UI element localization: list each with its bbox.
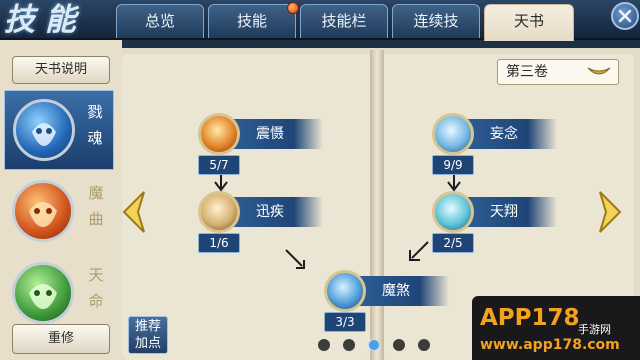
lightning-icon <box>324 270 366 312</box>
skill-name: 魔煞 <box>352 276 449 306</box>
tab-skill-bar[interactable]: 技能栏 <box>300 4 388 38</box>
wave-icon <box>432 191 474 233</box>
reset-points-button[interactable]: 重修 <box>12 324 110 354</box>
watermark-url: www.app178.com <box>480 337 620 353</box>
previous-page-arrow-icon[interactable] <box>118 188 148 236</box>
fire-burst-icon <box>198 113 240 155</box>
skill-name: 妄念 <box>460 119 557 149</box>
sidebar-item-label: 戮魂 <box>87 103 103 147</box>
tab-label: 连续技 <box>413 12 459 30</box>
sidebar-item-lu-hun[interactable]: 戮魂 <box>4 90 114 170</box>
volume-selected-value: 第三卷 <box>506 64 548 80</box>
sidebar-item-label: 天命 <box>88 266 104 310</box>
skill-name: 天翔 <box>460 197 557 227</box>
tab-label: 天书 <box>513 12 544 30</box>
volume-dropdown[interactable]: 第三卷 <box>497 59 619 85</box>
skill-points: 9/9 <box>432 155 474 175</box>
site-watermark: APP178 手游网 www.app178.com <box>472 296 640 360</box>
skill-node-mo-sha[interactable]: 魔煞 3/3 <box>324 270 449 338</box>
tab-overview[interactable]: 总览 <box>116 4 204 38</box>
notification-dot-icon <box>287 2 299 14</box>
sidebar-item-tian-ming[interactable]: 天命 <box>4 254 114 334</box>
tab-label: 技能栏 <box>321 12 367 30</box>
page-dot-1[interactable] <box>318 339 330 351</box>
recommend-label: 推荐加点 <box>134 319 161 351</box>
tab-skills[interactable]: 技能 <box>208 2 299 38</box>
green-dragon-mask-icon <box>12 262 74 324</box>
page-dot-2[interactable] <box>343 339 355 351</box>
top-bar: 技能 总览 技能 技能栏 连续技 天书 <box>0 0 640 41</box>
ice-crystal-icon <box>432 113 474 155</box>
page-dot-3-active[interactable] <box>368 339 380 351</box>
book-type-sidebar: 天书说明 戮魂 魔曲 天命 重修 <box>0 40 122 360</box>
page-dot-5[interactable] <box>418 339 430 351</box>
skill-name: 迅疾 <box>226 197 323 227</box>
skill-points: 1/6 <box>198 233 240 253</box>
next-page-arrow-icon[interactable] <box>596 188 626 236</box>
watermark-logo-text: APP178 <box>480 305 580 331</box>
skill-points: 3/3 <box>324 312 366 332</box>
skills-title-logo: 技能 <box>4 2 86 38</box>
blue-dragon-mask-icon <box>13 99 75 161</box>
tab-label: 总览 <box>144 12 175 30</box>
wind-icon <box>198 191 240 233</box>
skill-node-wang-nian[interactable]: 妄念 9/9 <box>432 113 557 181</box>
orange-lion-mask-icon <box>12 180 74 242</box>
skill-node-zhen-she[interactable]: 震慑 5/7 <box>198 113 323 181</box>
skill-name: 震慑 <box>226 119 323 149</box>
recommend-points-button[interactable]: 推荐加点 <box>128 316 168 354</box>
skill-points: 2/5 <box>432 233 474 253</box>
close-icon <box>618 9 632 23</box>
chevron-down-icon <box>587 67 611 75</box>
sidebar-item-mo-qu[interactable]: 魔曲 <box>4 172 114 252</box>
sidebar-item-label: 魔曲 <box>88 184 104 228</box>
page-dot-4[interactable] <box>393 339 405 351</box>
book-explain-button[interactable]: 天书说明 <box>12 56 110 84</box>
skill-node-tian-xiang[interactable]: 天翔 2/5 <box>432 191 557 259</box>
tab-combo-skills[interactable]: 连续技 <box>392 4 480 38</box>
close-button[interactable] <box>611 2 639 30</box>
skill-points: 5/7 <box>198 155 240 175</box>
tab-label: 技能 <box>236 12 267 30</box>
tab-heavenly-book[interactable]: 天书 <box>484 4 574 41</box>
skill-node-xun-ji[interactable]: 迅疾 1/6 <box>198 191 323 259</box>
